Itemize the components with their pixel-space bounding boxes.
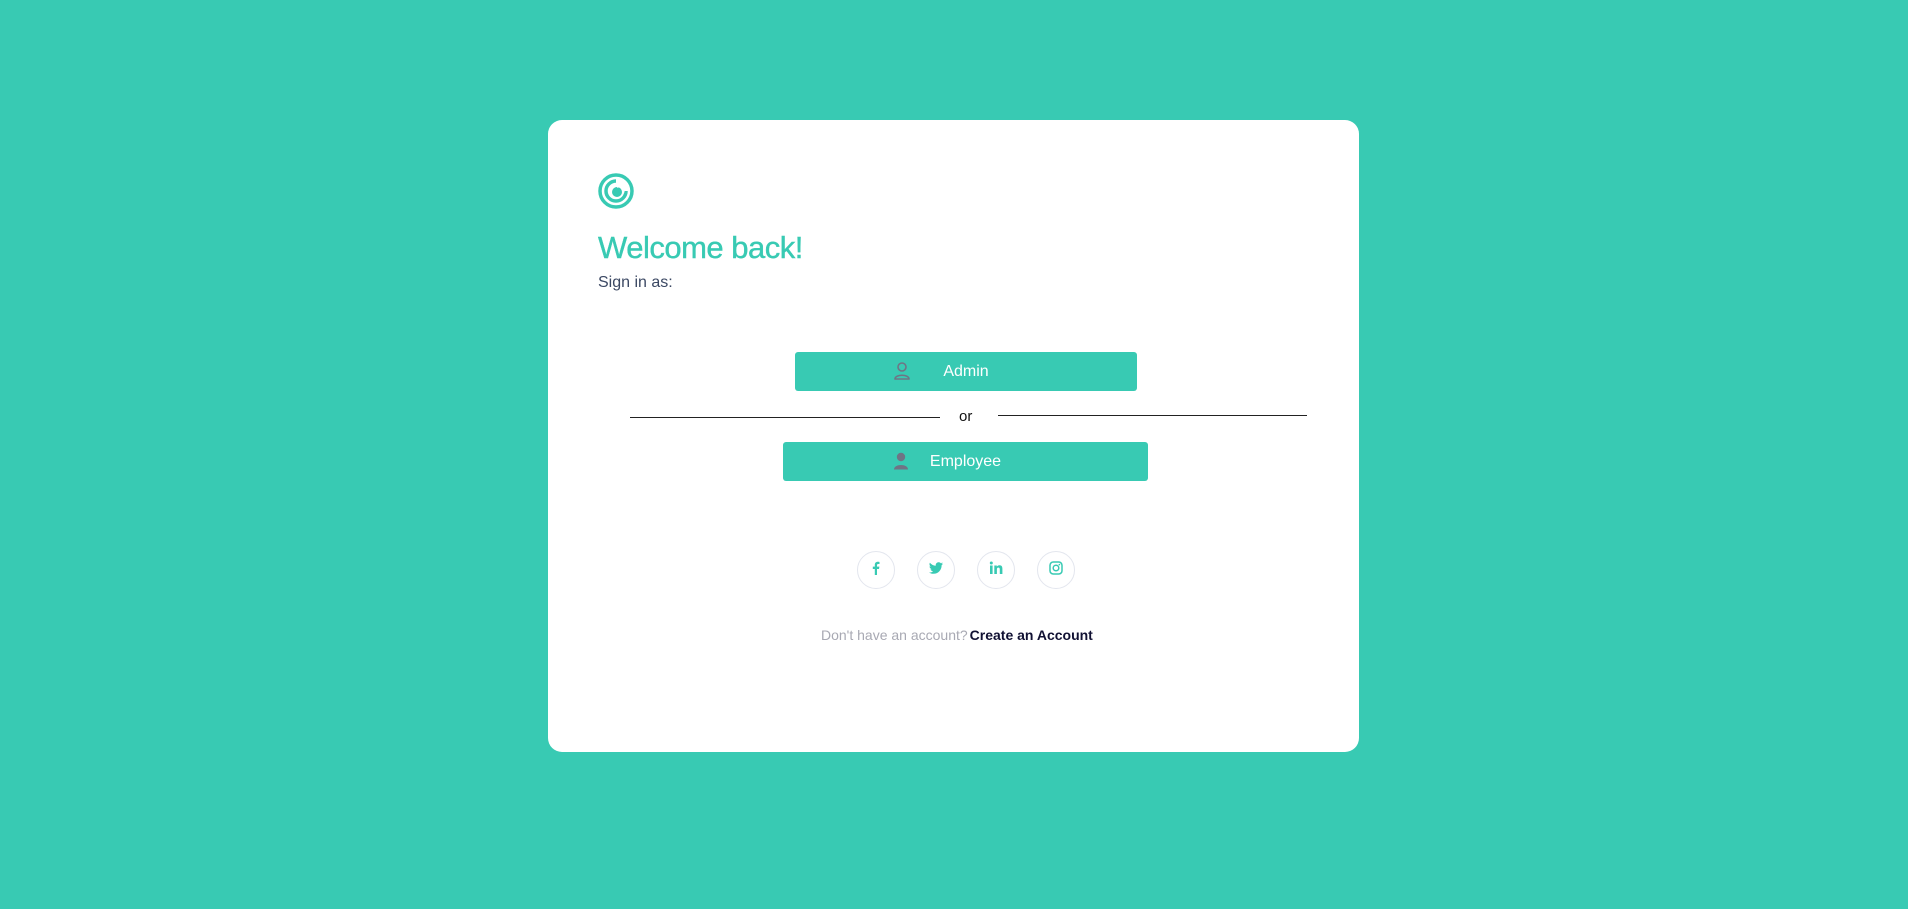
page-title: Welcome back! bbox=[598, 230, 804, 265]
sign-in-subtitle: Sign in as: bbox=[598, 274, 673, 291]
admin-button-label: Admin bbox=[943, 362, 989, 380]
divider-left bbox=[630, 417, 940, 418]
twitter-link[interactable] bbox=[917, 551, 955, 589]
user-outline-icon bbox=[892, 361, 912, 381]
user-filled-icon bbox=[891, 451, 911, 471]
twitter-icon bbox=[928, 560, 944, 581]
facebook-link[interactable] bbox=[857, 551, 895, 589]
instagram-icon bbox=[1048, 560, 1064, 581]
employee-button[interactable]: Employee bbox=[783, 442, 1148, 481]
spiral-logo-icon bbox=[598, 173, 634, 209]
employee-button-label: Employee bbox=[929, 452, 1002, 470]
divider-right bbox=[998, 415, 1307, 416]
create-account-link[interactable]: Create an Account bbox=[970, 627, 1093, 643]
admin-button[interactable]: Admin bbox=[795, 352, 1137, 391]
facebook-icon bbox=[868, 560, 884, 581]
linkedin-link[interactable] bbox=[977, 551, 1015, 589]
divider-or-text: or bbox=[959, 408, 973, 425]
instagram-link[interactable] bbox=[1037, 551, 1075, 589]
signup-prompt-text: Don't have an account? bbox=[821, 627, 968, 643]
signup-prompt: Don't have an account? Create an Account bbox=[821, 627, 1093, 643]
login-card: Welcome back! Sign in as: Admin or Emplo… bbox=[548, 120, 1359, 752]
linkedin-icon bbox=[988, 560, 1004, 581]
